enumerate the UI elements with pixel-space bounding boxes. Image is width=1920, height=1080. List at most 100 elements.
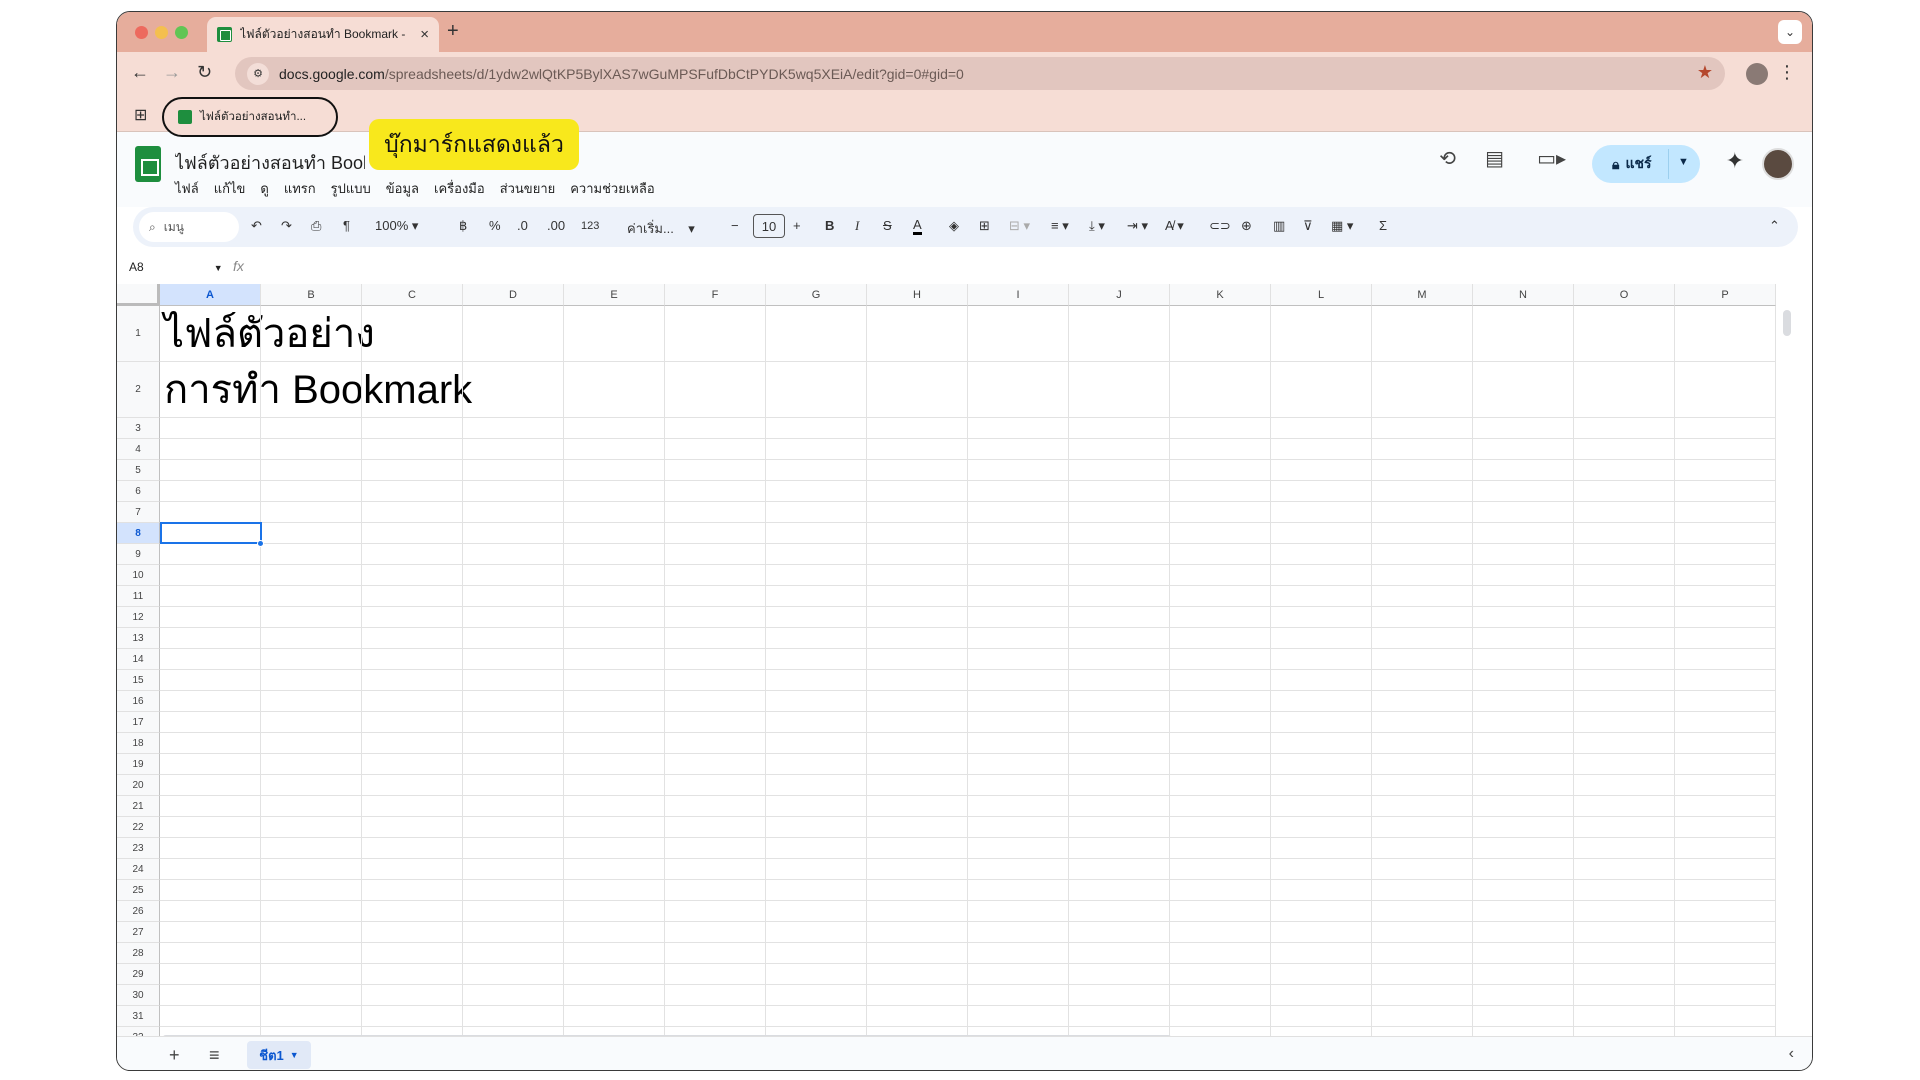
column-header-c[interactable]: C bbox=[362, 284, 463, 306]
row-header-19[interactable]: 19 bbox=[117, 754, 160, 775]
italic-button[interactable]: I bbox=[855, 218, 859, 234]
row-header-13[interactable]: 13 bbox=[117, 628, 160, 649]
back-arrow-icon[interactable]: ← bbox=[131, 62, 149, 83]
column-header-h[interactable]: H bbox=[867, 284, 968, 306]
strikethrough-button[interactable]: S bbox=[883, 218, 892, 233]
vertical-scrollbar[interactable] bbox=[1783, 310, 1791, 336]
text-color-button[interactable]: A bbox=[913, 218, 922, 235]
row-header-30[interactable]: 30 bbox=[117, 985, 160, 1006]
menu-insert[interactable]: แทรก bbox=[284, 178, 316, 199]
sheets-logo-icon[interactable] bbox=[135, 146, 161, 182]
merge-cells-icon[interactable]: ⊟ ▾ bbox=[1009, 218, 1030, 234]
column-header-l[interactable]: L bbox=[1271, 284, 1372, 306]
row-header-24[interactable]: 24 bbox=[117, 859, 160, 880]
column-header-f[interactable]: F bbox=[665, 284, 766, 306]
column-header-j[interactable]: J bbox=[1069, 284, 1170, 306]
menu-file[interactable]: ไฟล์ bbox=[175, 178, 199, 199]
insert-chart-icon[interactable]: ▥ bbox=[1273, 218, 1285, 234]
tab-search-chevron-icon[interactable]: ⌄ bbox=[1778, 20, 1802, 44]
cell-a2[interactable]: การทำ Bookmark bbox=[164, 362, 472, 418]
row-header-29[interactable]: 29 bbox=[117, 964, 160, 985]
row-header-20[interactable]: 20 bbox=[117, 775, 160, 796]
menu-data[interactable]: ข้อมูล bbox=[386, 178, 419, 199]
insert-comment-icon[interactable]: ⊕ bbox=[1241, 218, 1252, 234]
bold-button[interactable]: B bbox=[825, 218, 834, 233]
selected-cell-a8[interactable] bbox=[160, 522, 262, 544]
menu-edit[interactable]: แก้ไข bbox=[214, 178, 246, 199]
filter-views-icon[interactable]: ▦ ▾ bbox=[1331, 218, 1353, 234]
text-wrap-icon[interactable]: ⇥ ▾ bbox=[1127, 218, 1148, 234]
browser-menu-icon[interactable]: ⋮ bbox=[1778, 62, 1796, 83]
explore-collapse-icon[interactable]: ‹ bbox=[1789, 1045, 1794, 1063]
address-bar[interactable]: ⚙ docs.google.com/spreadsheets/d/1ydw2wl… bbox=[235, 57, 1725, 90]
share-dropdown-icon[interactable]: ▼ bbox=[1678, 156, 1689, 168]
fill-color-icon[interactable]: ◈ bbox=[949, 218, 959, 234]
row-header-27[interactable]: 27 bbox=[117, 922, 160, 943]
decrease-decimal-button[interactable]: .0 bbox=[517, 218, 528, 233]
name-box[interactable]: A8 ▼ bbox=[129, 260, 223, 274]
menu-tools[interactable]: เครื่องมือ bbox=[434, 178, 485, 199]
number-format-button[interactable]: 123 bbox=[581, 220, 599, 232]
collapse-toolbar-icon[interactable]: ⌃ bbox=[1769, 218, 1780, 234]
text-rotation-icon[interactable]: A̸ ▾ bbox=[1165, 218, 1184, 234]
row-header-12[interactable]: 12 bbox=[117, 607, 160, 628]
row-header-31[interactable]: 31 bbox=[117, 1006, 160, 1027]
menu-help[interactable]: ความช่วยเหลือ bbox=[570, 178, 654, 199]
gemini-sparkle-icon[interactable]: ✦ bbox=[1726, 148, 1744, 174]
row-header-7[interactable]: 7 bbox=[117, 502, 160, 523]
tab-close-icon[interactable]: × bbox=[420, 26, 429, 43]
menu-view[interactable]: ดู bbox=[260, 178, 268, 199]
font-size-increase-icon[interactable]: + bbox=[793, 218, 801, 233]
minimize-window-button[interactable] bbox=[155, 26, 168, 39]
row-header-15[interactable]: 15 bbox=[117, 670, 160, 691]
sheet-tab-dropdown-icon[interactable]: ▼ bbox=[290, 1050, 299, 1060]
add-sheet-icon[interactable]: + bbox=[169, 1045, 180, 1066]
paint-format-icon[interactable]: ¶ bbox=[343, 218, 350, 233]
print-icon[interactable]: ⎙ bbox=[311, 218, 321, 234]
profile-icon[interactable] bbox=[1746, 63, 1768, 85]
name-box-dropdown-icon[interactable]: ▼ bbox=[214, 263, 223, 273]
horizontal-align-icon[interactable]: ≡ ▾ bbox=[1051, 218, 1069, 234]
row-header-9[interactable]: 9 bbox=[117, 544, 160, 565]
borders-icon[interactable]: ⊞ bbox=[979, 218, 990, 234]
column-header-p[interactable]: P bbox=[1675, 284, 1776, 306]
column-header-m[interactable]: M bbox=[1372, 284, 1473, 306]
row-header-21[interactable]: 21 bbox=[117, 796, 160, 817]
menu-format[interactable]: รูปแบบ bbox=[331, 178, 371, 199]
row-header-2[interactable]: 2 bbox=[117, 362, 160, 418]
comments-icon[interactable]: ▤ bbox=[1485, 146, 1504, 171]
row-header-4[interactable]: 4 bbox=[117, 439, 160, 460]
select-all-corner[interactable] bbox=[117, 284, 160, 306]
fill-handle[interactable] bbox=[257, 540, 264, 547]
undo-icon[interactable]: ↶ bbox=[251, 218, 262, 234]
column-header-i[interactable]: I bbox=[968, 284, 1069, 306]
version-history-icon[interactable]: ⟲ bbox=[1439, 146, 1456, 171]
row-header-26[interactable]: 26 bbox=[117, 901, 160, 922]
row-header-11[interactable]: 11 bbox=[117, 586, 160, 607]
site-settings-icon[interactable]: ⚙ bbox=[247, 62, 269, 85]
maximize-window-button[interactable] bbox=[175, 26, 188, 39]
row-header-17[interactable]: 17 bbox=[117, 712, 160, 733]
row-header-14[interactable]: 14 bbox=[117, 649, 160, 670]
meet-video-icon[interactable]: ▭▸ bbox=[1537, 146, 1566, 171]
close-window-button[interactable] bbox=[135, 26, 148, 39]
apps-grid-icon[interactable]: ⊞ bbox=[134, 105, 147, 125]
column-header-o[interactable]: O bbox=[1574, 284, 1675, 306]
row-header-25[interactable]: 25 bbox=[117, 880, 160, 901]
menu-extensions[interactable]: ส่วนขยาย bbox=[500, 178, 556, 199]
functions-button[interactable]: Σ bbox=[1379, 218, 1387, 233]
vertical-align-icon[interactable]: ⤓ ▾ bbox=[1089, 218, 1105, 234]
new-tab-button[interactable]: + bbox=[447, 20, 459, 43]
percent-format-button[interactable]: % bbox=[489, 218, 501, 233]
forward-arrow-icon[interactable]: → bbox=[163, 62, 181, 83]
row-header-1[interactable]: 1 bbox=[117, 306, 160, 362]
row-header-10[interactable]: 10 bbox=[117, 565, 160, 586]
font-size-input[interactable]: 10 bbox=[753, 214, 785, 238]
reload-icon[interactable]: ↻ bbox=[197, 62, 212, 83]
row-header-23[interactable]: 23 bbox=[117, 838, 160, 859]
bookmark-item[interactable]: ไฟล์ตัวอย่างสอนทำ... bbox=[162, 97, 338, 137]
browser-tab[interactable]: ไฟล์ตัวอย่างสอนทำ Bookmark - × bbox=[207, 17, 439, 52]
column-header-g[interactable]: G bbox=[766, 284, 867, 306]
column-header-n[interactable]: N bbox=[1473, 284, 1574, 306]
row-header-18[interactable]: 18 bbox=[117, 733, 160, 754]
